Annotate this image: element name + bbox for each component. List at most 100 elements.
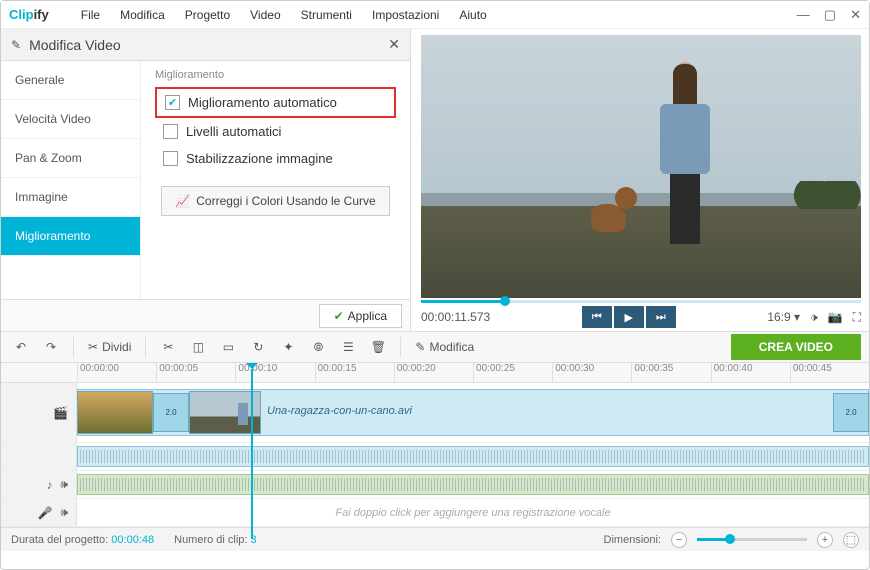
tab-generale[interactable]: Generale — [1, 61, 140, 100]
stabilize-checkbox[interactable] — [163, 151, 178, 166]
apply-button[interactable]: ✔ Applica — [319, 304, 402, 328]
panel-close-icon[interactable]: ✕ — [388, 36, 400, 53]
next-button[interactable]: ⏭ — [646, 306, 676, 328]
menu-progetto[interactable]: Progetto — [177, 4, 238, 26]
zoom-out-button[interactable]: − — [671, 532, 687, 548]
music-volume-icon[interactable]: 🕪 — [60, 477, 68, 492]
fullscreen-icon[interactable]: ⛶ — [853, 310, 861, 325]
curves-button[interactable]: 📈 Correggi i Colori Usando le Curve — [161, 186, 390, 216]
ruler-tick: 00:00:20 — [394, 363, 473, 382]
app-logo: Clipify — [9, 7, 49, 22]
preview-viewport[interactable] — [421, 35, 861, 298]
play-button[interactable]: ▶ — [614, 306, 644, 328]
apply-button-label: Applica — [348, 309, 387, 323]
zoom-in-button[interactable]: + — [817, 532, 833, 548]
video-track[interactable]: 🎬 2.0 Una-ragazza-con-un-cano.avi 2.0 — [1, 383, 869, 443]
timeline-tracks: 🎬 2.0 Una-ragazza-con-un-cano.avi 2.0 ♪🕪… — [1, 383, 869, 527]
snapshot-icon[interactable]: 📷 — [828, 310, 843, 324]
menu-file[interactable]: File — [73, 4, 108, 26]
timeline-ruler[interactable]: 00:00:00 00:00:05 00:00:10 00:00:15 00:0… — [1, 363, 869, 383]
effects-button[interactable]: ✦ — [276, 335, 300, 359]
video-clip-1[interactable] — [77, 391, 153, 434]
pencil-icon: ✎ — [415, 340, 425, 354]
tab-velocita[interactable]: Velocità Video — [1, 100, 140, 139]
audio-clip[interactable] — [77, 446, 869, 467]
zoom-slider[interactable] — [697, 538, 807, 541]
tab-pan-zoom[interactable]: Pan & Zoom — [1, 139, 140, 178]
auto-enhance-row[interactable]: Miglioramento automatico — [155, 87, 396, 118]
menu-modifica[interactable]: Modifica — [112, 4, 173, 26]
curves-button-label: Correggi i Colori Usando le Curve — [196, 194, 375, 208]
playhead[interactable] — [251, 369, 253, 539]
ruler-tick: 00:00:45 — [790, 363, 869, 382]
menu-aiuto[interactable]: Aiuto — [451, 4, 494, 26]
window-controls: — ▢ ✕ — [797, 7, 861, 23]
stabilize-label: Stabilizzazione immagine — [186, 151, 333, 166]
ruler-tick: 00:00:05 — [156, 363, 235, 382]
cut-button[interactable]: ✂ — [156, 335, 180, 359]
transition-1[interactable]: 2.0 — [153, 393, 189, 432]
tab-miglioramento[interactable]: Miglioramento — [1, 217, 140, 256]
edit-label: Modifica — [429, 340, 474, 354]
undo-button[interactable]: ↶ — [9, 335, 33, 359]
split-button[interactable]: ✂ Dividi — [84, 340, 135, 354]
music-track-icon: ♪ — [46, 478, 52, 492]
ruler-tick: 00:00:40 — [711, 363, 790, 382]
auto-levels-label: Livelli automatici — [186, 124, 281, 139]
clip-audio-track[interactable] — [1, 443, 869, 471]
tab-immagine[interactable]: Immagine — [1, 178, 140, 217]
auto-levels-checkbox[interactable] — [163, 124, 178, 139]
timeline-toolbar: ↶ ↷ ✂ Dividi ✂ ◫ ▭ ↻ ✦ ⦾ ☰ 🗑 ✎ Modifica … — [1, 331, 869, 363]
auto-enhance-label: Miglioramento automatico — [188, 95, 337, 110]
stabilize-row[interactable]: Stabilizzazione immagine — [155, 145, 396, 172]
edit-button[interactable]: ✎ Modifica — [411, 340, 478, 354]
titlebar: Clipify File Modifica Progetto Video Str… — [1, 1, 869, 29]
menu-strumenti[interactable]: Strumenti — [293, 4, 360, 26]
detect-button[interactable]: ⦾ — [306, 335, 330, 359]
edit-video-panel: ✎ Modifica Video ✕ Generale Velocità Vid… — [1, 29, 411, 331]
video-track-icon: 🎬 — [53, 406, 68, 420]
mic-track[interactable]: 🎤🕪 Fai doppio click per aggiungere una r… — [1, 499, 869, 527]
music-clip[interactable] — [77, 474, 869, 495]
close-icon[interactable]: ✕ — [850, 7, 861, 23]
panel-title: Modifica Video — [29, 37, 121, 53]
zoom-label: Dimensioni: — [604, 534, 661, 546]
music-track[interactable]: ♪🕪 — [1, 471, 869, 499]
main-menu: File Modifica Progetto Video Strumenti I… — [73, 4, 495, 26]
delete-button[interactable]: 🗑 — [366, 335, 390, 359]
minimize-icon[interactable]: — — [797, 7, 810, 23]
menu-impostazioni[interactable]: Impostazioni — [364, 4, 447, 26]
mic-placeholder: Fai doppio click per aggiungere una regi… — [335, 507, 610, 519]
split-label: Dividi — [102, 340, 131, 354]
scissors-icon: ✂ — [88, 340, 98, 354]
clip-filename: Una-ragazza-con-un-cano.avi — [267, 405, 412, 417]
ruler-tick: 00:00:30 — [552, 363, 631, 382]
zoom-fit-button[interactable]: ⬚ — [843, 532, 859, 548]
status-bar: Durata del progetto: 00:00:48 Numero di … — [1, 527, 869, 551]
transition-2[interactable]: 2.0 — [833, 393, 869, 432]
preview-progress[interactable] — [421, 300, 861, 303]
redo-button[interactable]: ↷ — [39, 335, 63, 359]
auto-enhance-checkbox[interactable] — [165, 95, 180, 110]
maximize-icon[interactable]: ▢ — [824, 7, 836, 23]
clip-count: Numero di clip: 3 — [174, 534, 257, 546]
menu-video[interactable]: Video — [242, 4, 288, 26]
edit-icon: ✎ — [11, 38, 21, 52]
aspect-ratio[interactable]: 16:9 ▾ — [767, 310, 800, 324]
auto-levels-row[interactable]: Livelli automatici — [155, 118, 396, 145]
preview-pane: 00:00:11.573 ⏮ ▶ ⏭ 16:9 ▾ 🕩 📷 ⛶ — [411, 29, 869, 331]
ruler-tick: 00:00:35 — [631, 363, 710, 382]
volume-icon[interactable]: 🕩 — [810, 310, 818, 325]
mic-volume-icon[interactable]: 🕪 — [60, 505, 68, 520]
rotate-button[interactable]: ↻ — [246, 335, 270, 359]
list-button[interactable]: ☰ — [336, 335, 360, 359]
ruler-tick: 00:00:25 — [473, 363, 552, 382]
crop-button[interactable]: ◫ — [186, 335, 210, 359]
create-video-button[interactable]: CREA VIDEO — [731, 334, 861, 360]
preview-timecode: 00:00:11.573 — [421, 310, 490, 324]
ruler-tick: 00:00:15 — [315, 363, 394, 382]
ruler-tick: 00:00:00 — [77, 363, 156, 382]
prev-button[interactable]: ⏮ — [582, 306, 612, 328]
frame-button[interactable]: ▭ — [216, 335, 240, 359]
curves-icon: 📈 — [175, 194, 190, 208]
